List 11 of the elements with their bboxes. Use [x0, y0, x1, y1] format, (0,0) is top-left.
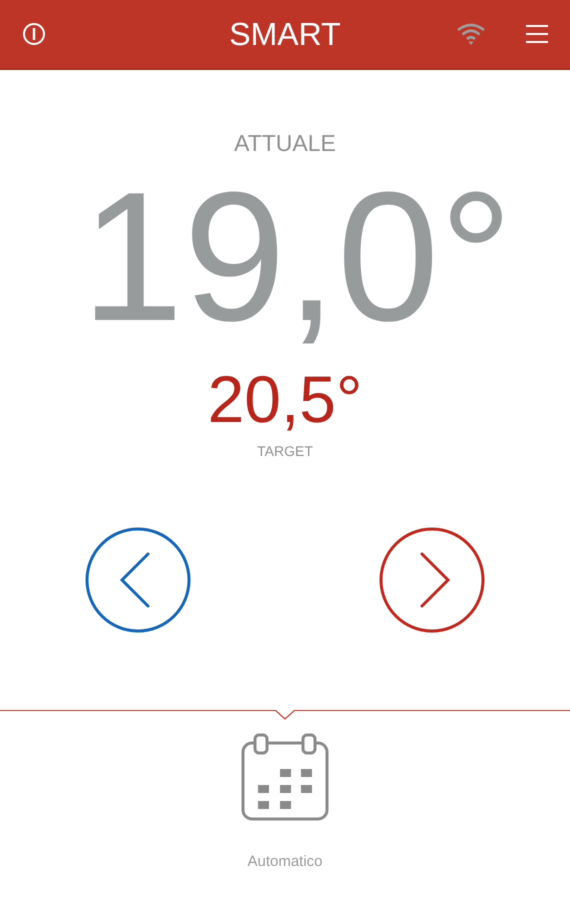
calendar-icon[interactable] — [240, 733, 330, 823]
increase-button[interactable] — [379, 527, 485, 633]
decrease-button[interactable] — [85, 527, 191, 633]
menu-icon[interactable] — [526, 23, 548, 45]
info-icon[interactable] — [22, 22, 46, 46]
target-label: TARGET — [257, 443, 313, 459]
mode-label: Automatico — [247, 853, 323, 870]
current-temperature: 19,0° — [80, 161, 513, 351]
target-temperature: 20,5° — [208, 363, 362, 435]
app-title: SMART — [229, 16, 341, 52]
current-label: ATTUALE — [234, 130, 336, 157]
